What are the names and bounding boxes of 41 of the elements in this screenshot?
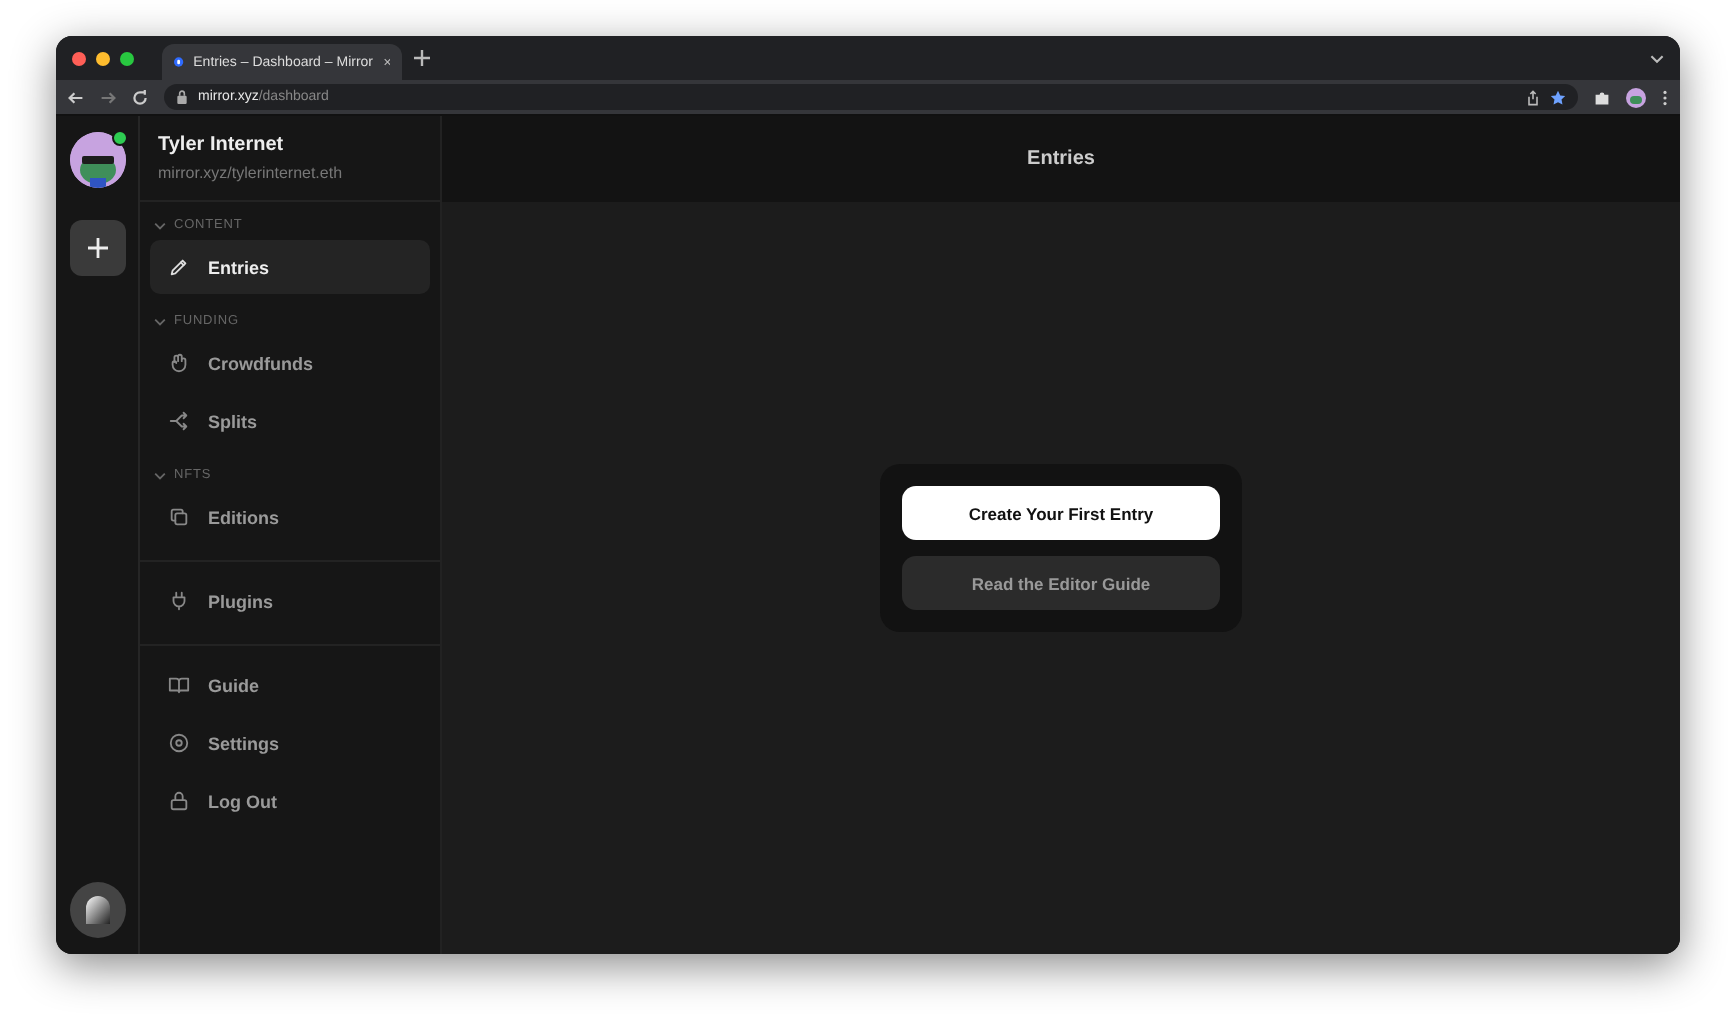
site-icon (174, 54, 184, 70)
reload-icon[interactable] (132, 89, 148, 105)
plus-icon (87, 238, 107, 258)
sidebar-item[interactable]: Crowdfunds (150, 336, 430, 390)
pencil-icon (168, 256, 190, 278)
sidebar-item[interactable]: Entries (150, 240, 430, 294)
profile-name: Tyler Internet (158, 134, 286, 156)
close-icon[interactable] (383, 56, 390, 68)
forward-icon[interactable] (100, 89, 116, 105)
close-window-button[interactable] (72, 51, 86, 65)
arch-icon (85, 896, 109, 924)
book-icon (168, 674, 190, 696)
star-icon[interactable] (1550, 89, 1566, 105)
avatar-icon[interactable] (1626, 87, 1646, 107)
add-button[interactable] (69, 220, 125, 276)
sidebar-item[interactable]: Guide (150, 658, 430, 712)
sidebar-item[interactable]: Editions (150, 490, 430, 544)
profile-address: mirror.xyz/tylerinternet.eth (158, 164, 345, 182)
sidebar-item[interactable]: Log Out (150, 774, 430, 828)
minimize-window-button[interactable] (96, 51, 110, 65)
maximize-window-button[interactable] (120, 51, 134, 65)
guide-button[interactable]: Read the Editor Guide (902, 556, 1220, 610)
plug-icon (168, 590, 190, 612)
page-title: Entries (1027, 148, 1095, 170)
sidebar-item[interactable]: Splits (150, 394, 430, 448)
sidebar-item[interactable]: Plugins (150, 574, 430, 628)
sidebar-item[interactable]: Settings (150, 716, 430, 770)
back-icon[interactable] (68, 89, 84, 105)
split-icon (168, 410, 190, 432)
lock-icon (168, 790, 190, 812)
chevron-icon[interactable] (1650, 51, 1664, 65)
settings-icon (168, 732, 190, 754)
menu-icon[interactable] (1662, 89, 1668, 105)
create-entry-button[interactable]: Create Your First Entry (902, 486, 1220, 540)
share-icon[interactable] (1526, 89, 1540, 105)
profile-avatar[interactable] (69, 132, 125, 188)
copies-icon (168, 506, 190, 528)
lock-icon (176, 90, 188, 104)
new-tab-icon[interactable] (414, 50, 430, 66)
hand-icon (168, 352, 190, 374)
bottom-avatar-button[interactable] (69, 882, 125, 938)
